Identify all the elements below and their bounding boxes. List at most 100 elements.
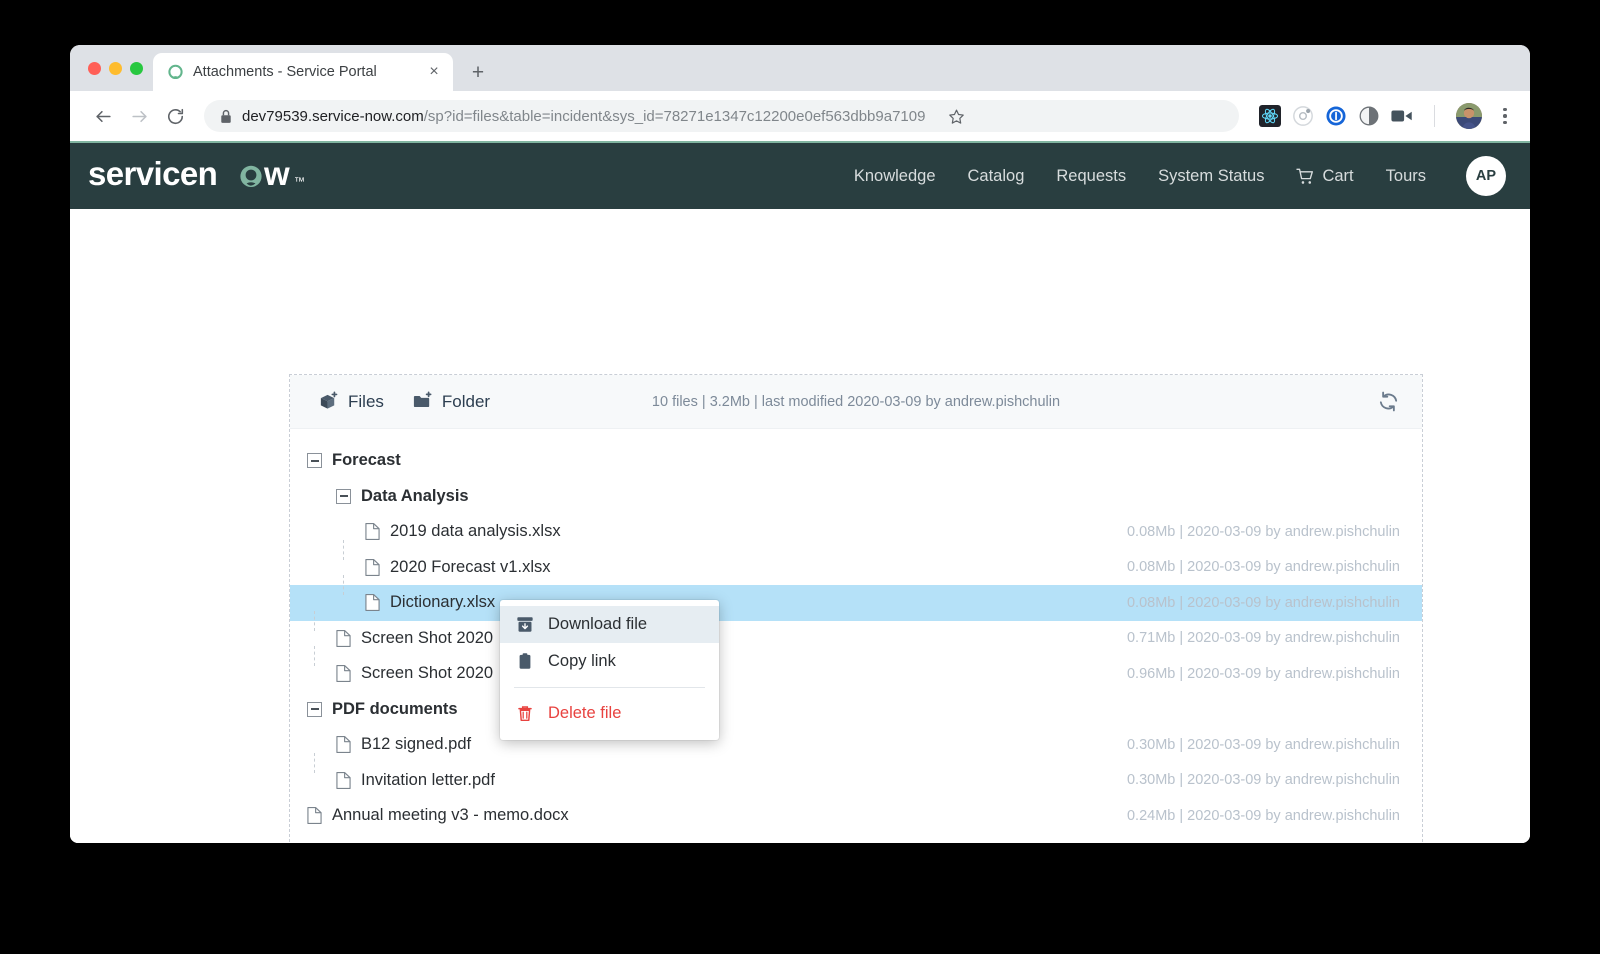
file-meta: 0.08Mb | 2020-03-09 by andrew.pishchulin: [1126, 559, 1400, 576]
react-devtools-icon[interactable]: [1259, 105, 1281, 127]
browser-tab[interactable]: Attachments - Service Portal ×: [153, 53, 453, 91]
file-icon-wrap: [365, 522, 380, 541]
file-icon-wrap: [336, 735, 351, 754]
file-icon-wrap: [365, 558, 380, 577]
tree-file-row[interactable]: Annual meeting v3 - memo.docx 0.24Mb | 20…: [290, 798, 1422, 834]
address-bar[interactable]: dev79539.service-now.com/sp?id=files&tab…: [204, 100, 1239, 132]
collapse-toggle-icon[interactable]: [336, 488, 351, 504]
tree-item-name: 2019 data analysis.xlsx: [390, 522, 561, 541]
file-tree: Forecast Data Analysis 2019 data analysis.…: [290, 429, 1422, 843]
file-icon-wrap: [307, 806, 322, 825]
file-icon: [307, 842, 317, 843]
svg-text:servicen: servicen: [88, 158, 217, 192]
file-icon: [336, 665, 351, 683]
nav-item-catalog[interactable]: Catalog: [968, 167, 1025, 186]
video-camera-icon[interactable]: [1391, 105, 1413, 127]
gray-circle-extension-icon[interactable]: [1358, 105, 1380, 127]
ionic-icon[interactable]: [1292, 105, 1314, 127]
tree-folder-row[interactable]: Data Analysis: [290, 479, 1422, 515]
nav-label: Catalog: [967, 166, 1025, 185]
trash-icon: [518, 706, 532, 722]
page-content: servicen w ™ Knowledge Catalog Requests …: [70, 141, 1530, 843]
file-meta: 0.08Mb | 2020-03-09 by andrew.pishchulin: [1126, 523, 1400, 540]
add-files-button[interactable]: Files: [318, 391, 384, 412]
tree-row-label: Dictionary.xlsx: [365, 593, 496, 613]
tree-item-name: Invitation letter.pdf: [361, 770, 495, 789]
tree-row-label: Form B12 template.docx: [307, 842, 512, 843]
tree-item-name: Data Analysis: [361, 486, 469, 505]
tree-row-label: Data Analysis: [336, 487, 469, 506]
close-icon[interactable]: ×: [425, 63, 443, 81]
tree-item-name: Screen Shot 2020: [361, 628, 494, 647]
maximize-window-button[interactable]: [130, 61, 143, 75]
trash-icon: [516, 704, 534, 723]
tree-folder-row[interactable]: PDF documents: [290, 692, 1422, 728]
context-menu-item[interactable]: Delete file: [500, 695, 719, 732]
file-meta: 0.24Mb | 2020-03-09 by andrew.pishchulin: [1126, 807, 1400, 824]
profile-avatar[interactable]: [1456, 103, 1482, 129]
nav-item-knowledge[interactable]: Knowledge: [854, 167, 936, 186]
minimize-window-button[interactable]: [109, 61, 122, 75]
collapse-toggle-icon[interactable]: [307, 453, 322, 469]
add-folder-button[interactable]: Folder: [412, 391, 490, 412]
tree-item-name: Form B12 template.docx: [332, 842, 512, 843]
file-icon-wrap: [336, 664, 351, 683]
tree-file-row[interactable]: 2020 Forecast v1.xlsx 0.08Mb | 2020-03-09…: [290, 550, 1422, 586]
file-icon-wrap: [365, 593, 380, 612]
servicenow-logo[interactable]: servicen w ™: [88, 158, 336, 192]
tree-guide-line: [343, 575, 344, 595]
nav-label: Cart: [1322, 166, 1354, 185]
context-menu-item[interactable]: Download file: [500, 606, 719, 643]
add-files-icon: [320, 391, 338, 409]
three-dots-menu-icon[interactable]: [1492, 101, 1518, 131]
svg-text:™: ™: [294, 176, 305, 188]
tab-strip: Attachments - Service Portal × +: [70, 45, 1530, 91]
primary-nav: Knowledge Catalog Requests System Status…: [854, 156, 1506, 196]
nav-label: System Status: [1158, 166, 1265, 185]
nav-item-requests[interactable]: Requests: [1056, 167, 1126, 186]
tree-guide-line: [314, 646, 315, 666]
tree-row-label: 2020 Forecast v1.xlsx: [365, 558, 551, 577]
file-meta: 0.30Mb | 2020-03-09 by andrew.pishchulin: [1126, 772, 1400, 789]
tree-file-row[interactable]: 2019 data analysis.xlsx 0.08Mb | 2020-03-…: [290, 514, 1422, 550]
add-files-label: Files: [348, 391, 384, 411]
cart-icon: [1296, 168, 1314, 184]
close-window-button[interactable]: [88, 61, 101, 75]
nav-label: Requests: [1056, 166, 1127, 185]
file-meta: 0.96Mb | 2020-03-09 by andrew.pishchulin: [1126, 665, 1400, 682]
tree-item-name: Forecast: [332, 451, 401, 470]
tree-row-label: 2019 data analysis.xlsx: [365, 522, 561, 541]
tree-file-row[interactable]: B12 signed.pdf 0.30Mb | 2020-03-09 by and…: [290, 727, 1422, 763]
forward-arrow-icon: [122, 99, 156, 133]
menu-separator: [514, 687, 705, 688]
tree-guide-line: [343, 540, 344, 560]
tree-item-name: Screen Shot 2020: [361, 664, 494, 683]
tree-item-name: PDF documents: [332, 699, 458, 718]
blue-circle-extension-icon[interactable]: [1325, 105, 1347, 127]
nav-item-tours[interactable]: Tours: [1386, 167, 1426, 186]
file-icon: [336, 629, 351, 647]
tree-file-row[interactable]: Form B12 template.docx0.24Mb | 2020-03-0…: [290, 834, 1422, 843]
tree-folder-row[interactable]: Forecast: [290, 443, 1422, 479]
file-icon-wrap: [307, 842, 322, 843]
tree-file-row[interactable]: Dictionary.xlsx 0.08Mb | 2020-03-09 by an…: [290, 585, 1422, 621]
star-icon[interactable]: [941, 101, 971, 131]
context-menu-item[interactable]: Copy link: [500, 643, 719, 680]
refresh-icon[interactable]: [1377, 390, 1400, 413]
reload-icon[interactable]: [158, 99, 192, 133]
nav-item-cart[interactable]: Cart: [1296, 166, 1354, 186]
user-avatar[interactable]: AP: [1466, 156, 1506, 196]
tree-file-row[interactable]: Screen Shot 2020 0.96Mb | 2020-03-09 by a…: [290, 656, 1422, 692]
nav-item-system-status[interactable]: System Status: [1158, 167, 1264, 186]
tree-file-row[interactable]: Screen Shot 2020 0.71Mb | 2020-03-09 by a…: [290, 621, 1422, 657]
files-panel-header: Files Folder 10 files | 3.2Mb | last mod…: [290, 375, 1422, 429]
new-tab-button[interactable]: +: [463, 57, 493, 87]
tree-row-label: PDF documents: [307, 700, 458, 719]
file-meta: 0.71Mb | 2020-03-09 by andrew.pishchulin: [1126, 630, 1400, 647]
file-icon: [336, 771, 351, 789]
tree-file-row[interactable]: Invitation letter.pdf 0.30Mb | 2020-03-09…: [290, 763, 1422, 799]
tab-title: Attachments - Service Portal: [193, 64, 377, 80]
back-arrow-icon[interactable]: [86, 99, 120, 133]
collapse-toggle-icon[interactable]: [307, 701, 322, 717]
tree-row-label: Annual meeting v3 - memo.docx: [307, 806, 569, 825]
